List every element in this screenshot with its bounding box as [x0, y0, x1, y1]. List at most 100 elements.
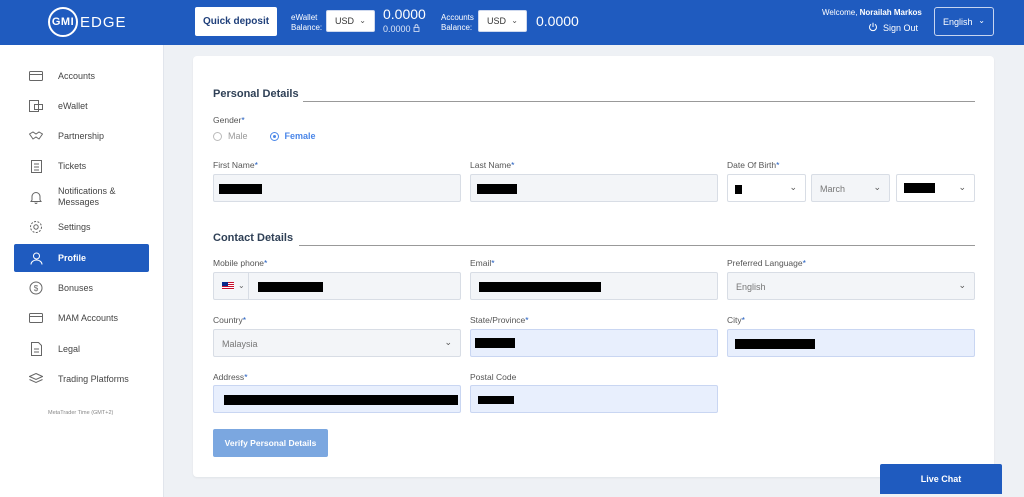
gender-male-radio[interactable]	[213, 131, 222, 141]
ewallet-currency-select[interactable]: USD ⌄	[326, 10, 375, 32]
redacted-value	[219, 184, 262, 194]
sidebar-item-tickets[interactable]: Tickets	[14, 152, 149, 180]
ewallet-balance-label: eWallet Balance:	[291, 13, 322, 33]
sidebar-item-label: MAM Accounts	[58, 313, 119, 323]
top-header: GMI EDGE Quick deposit eWallet Balance: …	[0, 0, 1024, 45]
sidebar-item-settings[interactable]: Settings	[14, 213, 149, 241]
first-name-label: First Name*	[213, 160, 258, 170]
ewallet-label-line2: Balance:	[291, 23, 323, 32]
chevron-down-icon: ⌄	[444, 337, 452, 347]
dob-month-value: March	[820, 184, 846, 194]
dob-month-select[interactable]: March ⌄	[811, 174, 890, 202]
gender-male-label[interactable]: Male	[228, 131, 248, 141]
logo-mark: GMI	[48, 7, 78, 37]
redacted-value	[224, 395, 458, 405]
clipboard-icon	[28, 158, 44, 174]
required-mark: *	[802, 258, 806, 268]
required-mark: *	[264, 258, 268, 268]
preferred-language-select[interactable]: English ⌄	[727, 272, 975, 300]
dob-day-select[interactable]: ⌄	[727, 174, 806, 202]
email-label: Email*	[470, 258, 495, 268]
welcome-user-name: Norailah Markos	[859, 8, 922, 17]
accounts-balance-value: 0.0000	[536, 13, 579, 29]
sidebar-item-trading-platforms[interactable]: Trading Platforms	[14, 365, 149, 393]
ewallet-balance-value: 0.0000	[383, 6, 426, 22]
language-select[interactable]: English ⌄	[934, 7, 994, 36]
verify-personal-details-button[interactable]: Verify Personal Details	[213, 429, 328, 457]
sidebar-item-label: Notifications & Messages	[58, 186, 116, 208]
chevron-down-icon[interactable]: ⌄	[238, 281, 245, 290]
required-mark: *	[244, 372, 248, 382]
live-chat-button[interactable]: Live Chat	[880, 464, 1002, 494]
redacted-value	[478, 396, 514, 404]
ewallet-label-line1: eWallet	[291, 13, 318, 22]
country-select[interactable]: Malaysia ⌄	[213, 329, 461, 357]
redacted-value	[477, 184, 517, 194]
sidebar-item-partnership[interactable]: Partnership	[14, 122, 149, 150]
dob-year-select[interactable]: ⌄	[896, 174, 975, 202]
dob-label-text: Date Of Birth	[727, 160, 777, 170]
brand-logo[interactable]: GMI EDGE	[48, 7, 127, 37]
accounts-label-line1: Accounts	[441, 13, 474, 22]
sidebar-item-ewallet[interactable]: eWallet	[14, 92, 149, 120]
power-icon	[868, 22, 878, 34]
quick-deposit-button[interactable]: Quick deposit	[195, 7, 277, 36]
ewallet-balance-sub: 0.0000	[383, 24, 420, 34]
redacted-value	[904, 183, 935, 193]
preferred-language-value: English	[736, 282, 766, 292]
sidebar-item-legal[interactable]: Legal	[14, 335, 149, 363]
chevron-down-icon: ⌄	[978, 16, 985, 25]
required-mark: *	[776, 160, 780, 170]
required-mark: *	[491, 258, 495, 268]
email-label-text: Email	[470, 258, 492, 268]
gender-radio-group: Male Female	[213, 131, 316, 141]
dob-label: Date Of Birth*	[727, 160, 779, 170]
sidebar-item-label: Accounts	[58, 71, 96, 81]
mobile-phone-input[interactable]: ⌄	[213, 272, 461, 300]
sidebar-item-label: Profile	[58, 253, 87, 263]
country-label: Country*	[213, 315, 246, 325]
card-icon	[28, 68, 44, 84]
chevron-down-icon: ⌄	[511, 16, 518, 25]
redacted-value	[475, 338, 515, 348]
email-input[interactable]	[470, 272, 718, 300]
preferred-language-label-text: Preferred Language	[727, 258, 803, 268]
accounts-currency-select[interactable]: USD ⌄	[478, 10, 527, 32]
postal-code-label: Postal Code	[470, 372, 517, 382]
state-province-label-text: State/Province	[470, 315, 526, 325]
profile-form-card: Personal Details Gender* Male Female Fir…	[193, 56, 994, 477]
sidebar-item-profile[interactable]: Profile	[14, 244, 149, 272]
gender-female-label[interactable]: Female	[285, 131, 316, 141]
address-input[interactable]	[213, 385, 461, 413]
sidebar-item-label: Bonuses	[58, 283, 94, 293]
language-value: English	[943, 16, 973, 27]
sidebar-item-label: Legal	[58, 344, 81, 354]
gender-female-radio[interactable]	[269, 131, 279, 141]
sidebar-item-notifications[interactable]: Notifications & Messages	[14, 183, 149, 211]
city-label: City*	[727, 315, 745, 325]
user-icon	[28, 250, 44, 266]
layers-icon	[28, 371, 44, 387]
redacted-value	[735, 185, 742, 194]
mobile-phone-label-text: Mobile phone	[213, 258, 265, 268]
postal-code-input[interactable]	[470, 385, 718, 413]
sidebar-item-bonuses[interactable]: $ Bonuses	[14, 274, 149, 302]
redacted-value	[258, 282, 323, 292]
svg-text:$: $	[34, 284, 39, 293]
metatrader-time: MetaTrader Time (GMT+2)	[48, 410, 114, 416]
sidebar-item-mam-accounts[interactable]: MAM Accounts	[14, 304, 149, 332]
sidebar-item-accounts[interactable]: Accounts	[14, 62, 149, 90]
city-input[interactable]	[727, 329, 975, 357]
first-name-input[interactable]	[213, 174, 461, 202]
required-mark: *	[525, 315, 529, 325]
sign-out-link[interactable]: Sign Out	[868, 22, 918, 34]
wallet-icon	[28, 98, 44, 114]
address-label: Address*	[213, 372, 248, 382]
malaysia-flag-icon[interactable]	[222, 282, 234, 290]
last-name-input[interactable]	[470, 174, 718, 202]
state-province-input[interactable]	[470, 329, 718, 357]
sign-out-label: Sign Out	[883, 23, 919, 33]
accounts-label-line2: Balance:	[441, 23, 473, 32]
first-name-label-text: First Name	[213, 160, 255, 170]
logo-text: EDGE	[80, 13, 127, 31]
